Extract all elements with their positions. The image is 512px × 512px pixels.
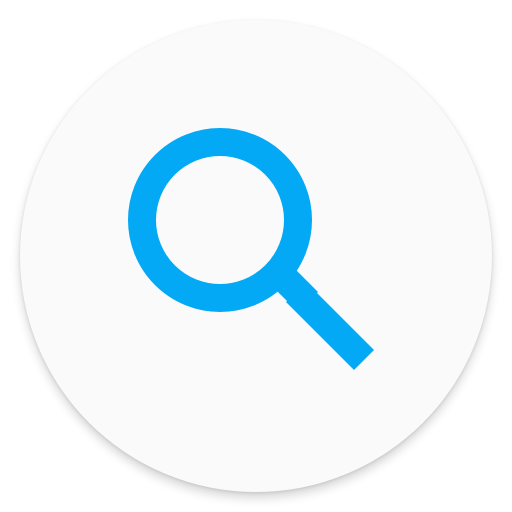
magnifier-handle xyxy=(286,282,374,370)
search-icon xyxy=(128,128,374,370)
app-icon-canvas xyxy=(0,0,512,512)
magnifier-lens xyxy=(128,128,312,312)
search-app-icon[interactable] xyxy=(20,20,492,492)
